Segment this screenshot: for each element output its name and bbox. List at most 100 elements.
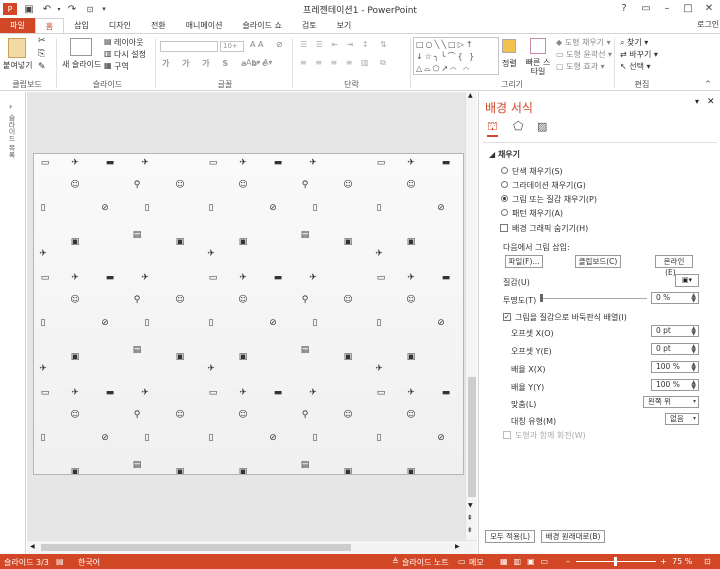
spinner-icon[interactable]: ▲ ▼ bbox=[691, 293, 696, 304]
scroll-left-icon[interactable]: ◀ bbox=[30, 543, 35, 550]
expand-thumbnails-icon[interactable]: › bbox=[9, 102, 12, 111]
tile-as-texture-checkbox[interactable]: ✓ bbox=[503, 313, 511, 321]
tab-file[interactable]: 파일 bbox=[0, 18, 35, 33]
transparency-slider-thumb[interactable] bbox=[540, 294, 543, 302]
horizontal-scroll-thumb[interactable] bbox=[41, 544, 351, 551]
spinner-icon[interactable]: ▲ ▼ bbox=[691, 362, 696, 373]
tab-animations[interactable]: 애니메이션 bbox=[176, 18, 233, 33]
font-color-icon[interactable]: Aa▾ A▾ bbox=[246, 58, 272, 67]
copy-icon[interactable]: ⎘ bbox=[38, 49, 45, 59]
clipboard-button[interactable]: 클립보드(C) bbox=[575, 255, 621, 268]
language-indicator[interactable]: 한국어 bbox=[78, 557, 100, 568]
fit-slide-icon[interactable]: ⊡ bbox=[704, 557, 711, 566]
collapse-ribbon-icon[interactable]: ^ bbox=[705, 80, 711, 88]
tab-review[interactable]: 검토 bbox=[292, 18, 327, 33]
fill-tab-icon[interactable]: ⛫ bbox=[487, 119, 499, 137]
spinner-icon[interactable]: ▲ ▼ bbox=[691, 380, 696, 391]
pane-options-icon[interactable]: ▾ bbox=[695, 97, 699, 106]
new-slide-icon[interactable] bbox=[70, 38, 92, 56]
font-grow-shrink-icon[interactable]: A A bbox=[250, 40, 264, 49]
shape-outline-button[interactable]: ▭ 도형 윤곽선 ▾ bbox=[556, 49, 612, 60]
horizontal-scrollbar[interactable]: ◀ ▶ bbox=[27, 540, 477, 554]
align-icons[interactable]: ≡ ≡ ≡ ≡ ▥ bbox=[300, 58, 372, 67]
apply-to-all-button[interactable]: 모두 적용(L) bbox=[485, 530, 535, 543]
scroll-right-icon[interactable]: ▶ bbox=[455, 543, 460, 550]
tab-design[interactable]: 디자인 bbox=[99, 18, 141, 33]
zoom-out-icon[interactable]: – bbox=[566, 557, 570, 566]
shape-gallery[interactable]: □○╲╲□▷↑ ↓☆╮╰⌒{ } △⌓⬠↗⌒ ⌒ bbox=[413, 37, 499, 75]
shape-icons[interactable]: □○╲╲□▷↑ ↓☆╮╰⌒{ } △⌓⬠↗⌒ ⌒ bbox=[414, 38, 498, 76]
hide-background-graphics-checkbox[interactable] bbox=[500, 224, 508, 232]
scroll-up-icon[interactable]: ▲ bbox=[468, 92, 473, 99]
offset-x-input[interactable]: 0 pt ▲ ▼ bbox=[651, 325, 699, 337]
list-icons[interactable]: ☰ ☰ ⇤ ⇥ ↕ bbox=[300, 40, 372, 49]
view-buttons-icons[interactable]: ▦▥▣▭ bbox=[500, 557, 554, 566]
scroll-down-icon[interactable]: ▼ bbox=[468, 502, 473, 509]
select-button[interactable]: ↖ 선택 ▾ bbox=[620, 61, 651, 72]
help-icon[interactable]: ? bbox=[613, 1, 635, 16]
reset-background-button[interactable]: 배경 원래대로(B) bbox=[541, 530, 605, 543]
section-button[interactable]: 구역 bbox=[114, 61, 129, 72]
file-button[interactable]: 파일(F)... bbox=[505, 255, 543, 268]
picture-texture-fill-radio[interactable] bbox=[501, 195, 508, 202]
comments-button[interactable]: 메모 bbox=[469, 557, 484, 568]
font-name-combo[interactable] bbox=[160, 41, 218, 52]
effects-tab-icon[interactable]: ⬠ bbox=[513, 119, 523, 133]
font-size-combo[interactable]: 10+ bbox=[220, 41, 244, 52]
new-slide-button[interactable]: 새 슬라이드 bbox=[62, 59, 101, 70]
maximize-icon[interactable]: □ bbox=[677, 1, 699, 16]
find-button[interactable]: ⌕ 찾기 ▾ bbox=[620, 37, 648, 48]
tab-slideshow[interactable]: 슬라이드 쇼 bbox=[232, 18, 291, 33]
shape-fill-button[interactable]: ◆ 도형 채우기 ▾ bbox=[556, 37, 611, 48]
tab-insert[interactable]: 삽입 bbox=[64, 18, 99, 33]
texture-picker[interactable]: ▣▾ bbox=[675, 274, 699, 287]
arrange-button[interactable]: 정렬 bbox=[502, 58, 517, 69]
spinner-icon[interactable]: ▲ ▼ bbox=[691, 344, 696, 355]
fill-section-toggle[interactable]: ◢ 채우기 bbox=[489, 149, 520, 160]
replace-button[interactable]: ⇄ 바꾸기 ▾ bbox=[620, 49, 658, 60]
offset-y-input[interactable]: 0 pt ▲ ▼ bbox=[651, 343, 699, 355]
smartart-icon[interactable]: ⧉ bbox=[380, 58, 386, 68]
tab-view[interactable]: 보기 bbox=[327, 18, 362, 33]
clear-format-icon[interactable]: ⊘ bbox=[276, 40, 283, 49]
online-button[interactable]: 온라인(E)... bbox=[655, 255, 693, 277]
thumbnail-pane-collapsed[interactable]: › 슬라이드 목록 bbox=[0, 92, 26, 554]
ribbon-display-icon[interactable]: ▭ bbox=[635, 1, 657, 16]
sign-in-link[interactable]: 로그인 bbox=[697, 19, 719, 30]
picture-tab-icon[interactable]: ▨ bbox=[537, 120, 547, 133]
zoom-slider-thumb[interactable] bbox=[614, 557, 617, 566]
zoom-level[interactable]: 75 % bbox=[672, 557, 692, 566]
transparency-slider[interactable] bbox=[541, 298, 647, 299]
rotate-with-shape-checkbox[interactable] bbox=[503, 431, 511, 439]
slide-canvas[interactable]: ▭ ✈ ▬ ✈ ☺ ⚲ ☺ ▯ ⊘ ▯ ✈ ▣ ▤ ▣ ▭ ✈ ▬ ✈ ☺ ⚲ ☺ ▯ ⊘ ▯ ✈ ▣ ▤ ▣ ▭ ✈ ▬ ✈ ☺ ⚲ ☺ ▯ ⊘ ▯ ✈ ▣… bbox=[33, 153, 464, 475]
zoom-in-icon[interactable]: + bbox=[660, 557, 667, 566]
shape-effects-button[interactable]: ▢ 도형 효과 ▾ bbox=[556, 61, 605, 72]
paste-icon[interactable] bbox=[8, 38, 26, 58]
tab-transitions[interactable]: 전환 bbox=[141, 18, 176, 33]
scale-x-input[interactable]: 100 % ▲ ▼ bbox=[651, 361, 699, 373]
scale-y-input[interactable]: 100 % ▲ ▼ bbox=[651, 379, 699, 391]
quick-styles-icon[interactable] bbox=[530, 38, 546, 54]
tab-home[interactable]: 홈 bbox=[34, 18, 65, 33]
pane-close-icon[interactable]: ✕ bbox=[707, 97, 715, 107]
transparency-input[interactable]: 0 % ▲ ▼ bbox=[651, 292, 699, 304]
spinner-icon[interactable]: ▲ ▼ bbox=[691, 326, 696, 337]
layout-button[interactable]: 레이아웃 bbox=[114, 37, 143, 48]
quick-styles-button[interactable]: 빠른 스타일 bbox=[525, 58, 551, 76]
close-icon[interactable]: ✕ bbox=[698, 1, 720, 16]
vertical-scrollbar[interactable]: ▲ ▼ ⇞ ⇟ bbox=[465, 92, 477, 540]
reset-button[interactable]: 다시 설정 bbox=[114, 49, 146, 60]
minimize-icon[interactable]: – bbox=[656, 1, 678, 16]
cut-icon[interactable]: ✂ bbox=[38, 36, 46, 46]
spellcheck-icon[interactable]: ▤ bbox=[56, 557, 64, 566]
prev-slide-icon[interactable]: ⇞ bbox=[467, 514, 473, 522]
solid-fill-radio[interactable] bbox=[501, 167, 508, 174]
format-painter-icon[interactable]: ✎ bbox=[38, 62, 46, 72]
next-slide-icon[interactable]: ⇟ bbox=[467, 526, 473, 534]
vertical-scroll-thumb[interactable] bbox=[468, 377, 476, 497]
gradient-fill-radio[interactable] bbox=[501, 181, 508, 188]
pattern-fill-radio[interactable] bbox=[501, 209, 508, 216]
arrange-icon[interactable] bbox=[502, 39, 516, 53]
notes-button[interactable]: 슬라이드 노트 bbox=[402, 557, 449, 568]
mirror-type-select[interactable]: 없음 ▾ bbox=[665, 413, 699, 425]
